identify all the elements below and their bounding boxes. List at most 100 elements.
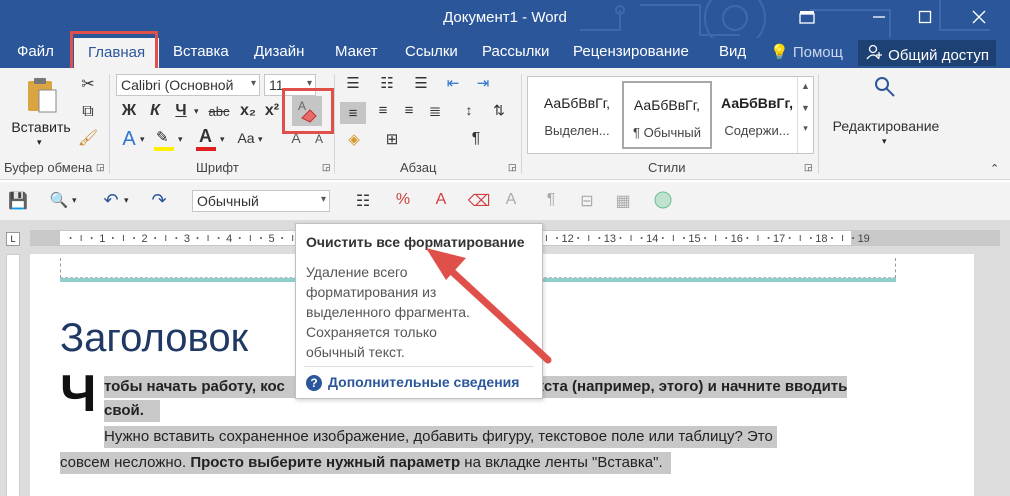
cut-icon[interactable]: ✂ (78, 74, 98, 94)
redo-icon[interactable]: ↷ (148, 190, 170, 211)
highlight-color-button[interactable]: ✎ (152, 128, 176, 152)
paragraph-1-text-b: текста (например, этого) и начните вводи… (520, 378, 848, 395)
tell-me-button[interactable]: 💡 Помощ (770, 43, 843, 61)
chevron-up-icon[interactable]: ▲ (798, 81, 813, 91)
chevron-down-icon[interactable]: ▾ (220, 134, 225, 145)
highlight-color-swatch (154, 147, 174, 151)
bullets-icon[interactable]: ☰ (340, 74, 366, 92)
numbering-icon[interactable]: ☷ (374, 74, 400, 92)
tab-references[interactable]: Ссылки (405, 43, 458, 60)
tab-view[interactable]: Вид (719, 43, 746, 60)
dialog-launcher-icon[interactable]: ◲ (322, 162, 331, 173)
paragraph-group-label: Абзац (400, 160, 437, 175)
ruler-tick-label: 13 (604, 233, 616, 245)
style-normal[interactable]: АаБбВвГг, ¶ Обычный (622, 81, 712, 149)
shrink-font-button[interactable]: A (312, 132, 326, 146)
dialog-launcher-icon[interactable]: ◲ (508, 162, 517, 173)
tooltip: Очистить все форматирование Удаление все… (295, 223, 543, 399)
ribbon-display-button[interactable] (784, 0, 830, 34)
multilevel-list-icon[interactable]: ☰ (408, 74, 434, 92)
style-emphasis[interactable]: АаБбВвГг, Выделен... (532, 81, 622, 149)
ruler-tick-label: 15 (688, 233, 700, 245)
vertical-ruler (6, 254, 20, 496)
share-button[interactable]: Общий доступ (858, 40, 996, 66)
borders-icon[interactable]: ⊞ (380, 130, 404, 148)
tab-review[interactable]: Рецензирование (573, 43, 689, 60)
font-group-label: Шрифт (196, 160, 239, 175)
more-styles-icon[interactable]: ▾ (798, 123, 813, 134)
change-case-button[interactable]: Aa (234, 130, 258, 146)
separator (334, 74, 335, 174)
tab-mailings[interactable]: Рассылки (482, 43, 549, 60)
add-user-icon (866, 44, 884, 64)
chevron-down-icon[interactable]: ▾ (178, 134, 183, 145)
tooltip-help-link[interactable]: ? Дополнительные сведения (306, 374, 519, 391)
underline-button[interactable]: Ч (172, 102, 190, 120)
format-painter-icon[interactable]: 🖌 (78, 128, 98, 148)
percent-icon[interactable]: % (392, 191, 414, 209)
dialog-launcher-icon[interactable]: ◲ (96, 162, 105, 173)
tab-insert[interactable]: Вставка (173, 43, 229, 60)
subscript-button[interactable]: x₂ (238, 102, 258, 120)
styles-scroll: ▲ ▼ ▾ (797, 77, 813, 153)
justify-icon[interactable]: ≣ (422, 102, 448, 120)
close-button[interactable] (956, 0, 1002, 34)
chevron-down-icon[interactable]: ▾ (72, 195, 77, 206)
tab-layout[interactable]: Макет (335, 43, 377, 60)
copy-icon[interactable]: ⧉ (78, 102, 98, 122)
chevron-down-icon[interactable]: ▾ (194, 106, 199, 117)
document-icon[interactable]: ☷ (352, 191, 374, 211)
line-spacing-icon[interactable]: ↕ (456, 102, 482, 118)
strikethrough-button[interactable]: abc (206, 104, 232, 119)
decrease-indent-icon[interactable]: ⇤ (440, 74, 466, 92)
text-effect-icon[interactable]: A (430, 191, 452, 209)
style-preview: АаБбВвГг, (633, 97, 701, 113)
tab-file[interactable]: Файл (17, 43, 54, 60)
styles-gallery: АаБбВвГг, Выделен... АаБбВвГг, ¶ Обычный… (527, 76, 814, 154)
minimize-button[interactable] (856, 0, 902, 34)
italic-button[interactable]: К (146, 102, 164, 120)
font-name-select[interactable]: Calibri (Основной ▾ (116, 74, 260, 96)
tab-design[interactable]: Дизайн (254, 43, 304, 60)
eraser-icon[interactable]: ⌫ (468, 191, 491, 211)
quick-access-toolbar: 💾 🔍 ▾ ↶ ▾ ↷ Обычный ▾ ☷ % A ⌫ A ¶ ⊟ ▦ (0, 182, 1010, 220)
superscript-button[interactable]: x² (262, 102, 282, 120)
style-select[interactable]: Обычный ▾ (192, 190, 330, 212)
font-color-button[interactable]: A (194, 126, 218, 152)
text-effects-icon[interactable]: A (118, 128, 140, 151)
tab-selector[interactable]: L (6, 232, 20, 246)
ruler-tick-dot (619, 237, 622, 239)
bold-button[interactable]: Ж (120, 102, 138, 120)
chevron-down-icon[interactable]: ▾ (124, 195, 129, 206)
editing-button[interactable]: Редактирование ▾ (824, 74, 948, 154)
shape-icon[interactable] (652, 190, 674, 210)
undo-icon[interactable]: ↶ (100, 190, 122, 211)
chevron-down-icon[interactable]: ▾ (258, 134, 263, 145)
save-icon[interactable]: 💾 (8, 191, 28, 211)
tooltip-separator (304, 366, 534, 367)
ruler-tick-dot (259, 237, 262, 239)
align-right-icon[interactable]: ≡ (396, 102, 422, 119)
font-color-icon: A (199, 126, 212, 146)
align-left-icon[interactable]: ≡ (340, 102, 366, 124)
ruler-tick-dot (577, 237, 580, 239)
paragraph-icon: ¶ (546, 191, 556, 208)
ruler-tick-dot (725, 237, 728, 239)
maximize-button[interactable] (902, 0, 948, 34)
clipboard-icon (28, 78, 57, 113)
dialog-launcher-icon[interactable]: ◲ (804, 162, 813, 173)
align-center-icon[interactable]: ≡ (370, 102, 396, 119)
ruler-tick-label: 18 (815, 233, 827, 245)
chevron-down-icon[interactable]: ▼ (798, 103, 813, 113)
show-marks-button[interactable]: ¶ (466, 130, 486, 148)
collapse-ribbon-icon[interactable]: ⌃ (990, 162, 999, 175)
sort-icon[interactable]: ⇅ (486, 102, 512, 119)
shading-icon[interactable]: ◈ (342, 130, 366, 148)
paragraph-2-text-b: Просто выберите нужный параметр (190, 454, 461, 471)
style-toc[interactable]: АаБбВвГг, Содержи... (712, 81, 802, 149)
paste-button[interactable]: Вставить ▾ (8, 74, 74, 147)
print-preview-icon[interactable]: 🔍 (48, 191, 70, 209)
increase-indent-icon[interactable]: ⇥ (470, 74, 496, 92)
chevron-down-icon[interactable]: ▾ (140, 134, 145, 145)
ribbon-display-icon (799, 11, 815, 24)
